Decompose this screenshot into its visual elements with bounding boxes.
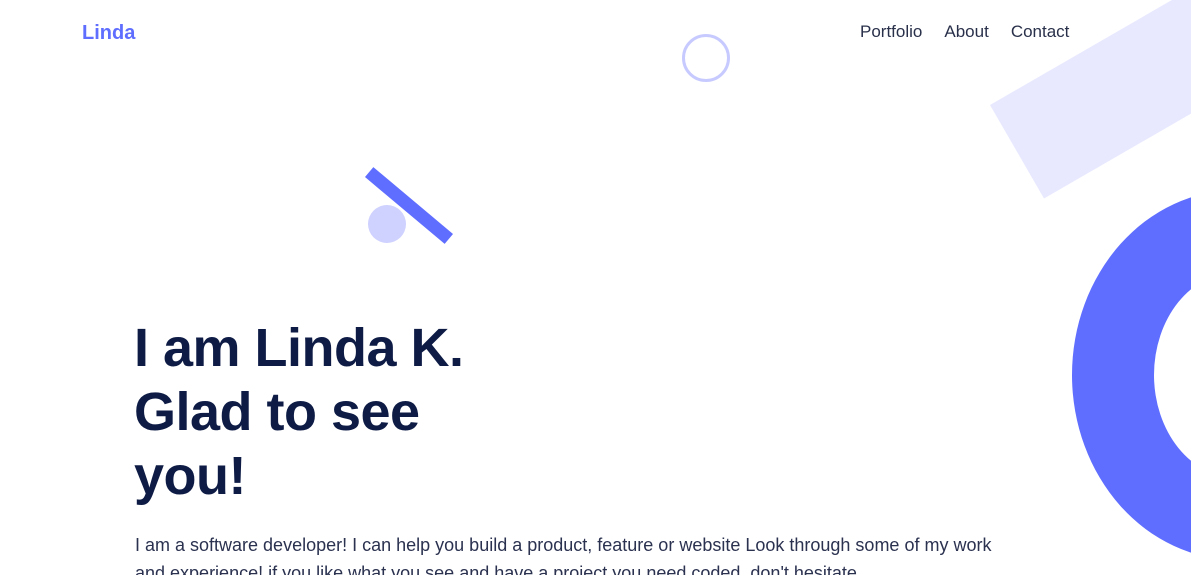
nav-contact-link[interactable]: Contact: [1011, 20, 1070, 44]
decorative-ring: [682, 34, 730, 82]
hero-description: I am a software developer! I can help yo…: [135, 535, 992, 575]
main-nav: Portfolio About Contact: [860, 20, 1069, 44]
hero-title-line-3: you!: [134, 446, 247, 506]
hero-title: I am Linda K. Glad to see you!: [134, 316, 514, 508]
logo-link[interactable]: Linda: [82, 20, 135, 46]
hero-title-line-2: Glad to see: [134, 382, 420, 442]
decorative-right-arc: [1072, 190, 1191, 560]
decorative-soft-dot: [368, 205, 406, 243]
page: Linda Portfolio About Contact I am Linda…: [0, 0, 1191, 575]
hero-title-line-1: I am Linda K.: [134, 318, 464, 378]
nav-about-link[interactable]: About: [944, 20, 988, 44]
decorative-diagonal-bar: [364, 167, 454, 244]
nav-portfolio-link[interactable]: Portfolio: [860, 20, 922, 44]
